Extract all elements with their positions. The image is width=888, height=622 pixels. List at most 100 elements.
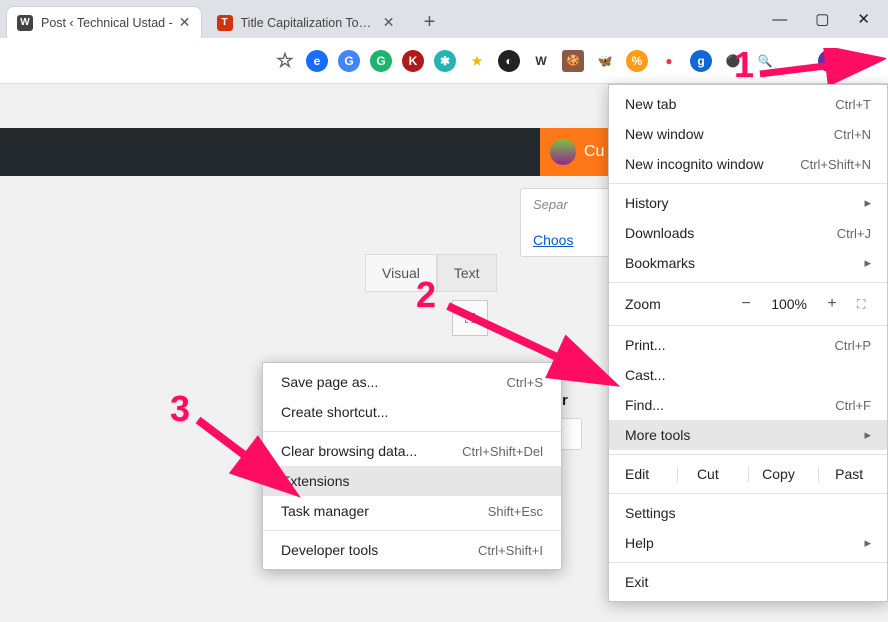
extension-icon[interactable]: % (626, 50, 648, 72)
menu-exit[interactable]: Exit (609, 567, 887, 597)
annotation-arrow-2 (440, 294, 620, 394)
tab-title: Post ‹ Technical Ustad - (41, 16, 173, 30)
menu-label: Settings (625, 505, 676, 521)
menu-settings[interactable]: Settings (609, 498, 887, 528)
submenu-task-manager[interactable]: Task managerShift+Esc (263, 496, 561, 526)
shortcut-label: Ctrl+J (837, 226, 871, 241)
chevron-right-icon: ▸ (864, 427, 871, 443)
menu-label: New tab (625, 96, 676, 112)
cut-button[interactable]: Cut (677, 466, 738, 482)
menu-label: Zoom (625, 296, 661, 312)
menu-help[interactable]: Help ▸ (609, 528, 887, 558)
submenu-extensions[interactable]: Extensions (263, 466, 561, 496)
shortcut-label: Ctrl+P (835, 338, 871, 353)
menu-label: New incognito window (625, 156, 764, 172)
menu-label: Exit (625, 574, 648, 590)
menu-separator (609, 325, 887, 326)
chrome-main-menu: New tab Ctrl+T New window Ctrl+N New incog… (608, 84, 888, 602)
annotation-arrow-1 (756, 48, 886, 84)
menu-separator (609, 454, 887, 455)
shortcut-label: Ctrl+F (835, 398, 871, 413)
menu-more-tools[interactable]: More tools ▸ (609, 420, 887, 450)
favicon-icon: W (17, 15, 33, 31)
new-tab-button[interactable]: + (416, 8, 444, 36)
customize-button[interactable]: Cu (540, 128, 618, 176)
text-tab[interactable]: Text (437, 254, 497, 292)
extension-icon[interactable]: 🦋 (594, 50, 616, 72)
avatar-icon (550, 139, 576, 165)
menu-label: Find... (625, 397, 664, 413)
menu-zoom: Zoom − 100% + ⛶ (609, 287, 887, 321)
menu-print[interactable]: Print... Ctrl+P (609, 330, 887, 360)
menu-separator (609, 493, 887, 494)
extension-icon[interactable]: ✱ (434, 50, 456, 72)
shortcut-label: Ctrl+N (834, 127, 871, 142)
extension-icon[interactable]: ● (658, 50, 680, 72)
menu-label: Save page as... (281, 374, 378, 390)
menu-new-tab[interactable]: New tab Ctrl+T (609, 89, 887, 119)
shortcut-label: Ctrl+Shift+I (478, 543, 543, 558)
menu-downloads[interactable]: Downloads Ctrl+J (609, 218, 887, 248)
close-tab-icon[interactable]: ✕ (383, 14, 395, 31)
menu-history[interactable]: History▸ (609, 188, 887, 218)
submenu-clear-data[interactable]: Clear browsing data...Ctrl+Shift+Del (263, 436, 561, 466)
menu-label: More tools (625, 427, 690, 443)
extension-icon[interactable]: G (338, 50, 360, 72)
menu-label: New window (625, 126, 704, 142)
chevron-right-icon: ▸ (864, 255, 871, 271)
menu-find[interactable]: Find... Ctrl+F (609, 390, 887, 420)
annotation-marker-2: 2 (416, 274, 436, 316)
close-window-button[interactable]: ✕ (857, 10, 870, 28)
menu-incognito[interactable]: New incognito window Ctrl+Shift+N (609, 149, 887, 179)
extension-icon[interactable]: W (530, 50, 552, 72)
extension-icon[interactable]: ◐ (498, 50, 520, 72)
menu-label: Print... (625, 337, 665, 353)
extension-icon[interactable]: K (402, 50, 424, 72)
extension-icon[interactable]: ★ (466, 50, 488, 72)
menu-label: Downloads (625, 225, 694, 241)
menu-separator (609, 562, 887, 563)
zoom-in-button[interactable]: + (821, 295, 843, 313)
customize-label: Cu (584, 143, 604, 161)
menu-separator (263, 431, 561, 432)
extension-icon[interactable]: e (306, 50, 328, 72)
zoom-level: 100% (771, 296, 807, 312)
browser-tab[interactable]: T Title Capitalization Tool - Capitali ✕ (206, 6, 406, 38)
menu-separator (263, 530, 561, 531)
menu-cast[interactable]: Cast... (609, 360, 887, 390)
shortcut-label: Ctrl+Shift+N (800, 157, 871, 172)
menu-new-window[interactable]: New window Ctrl+N (609, 119, 887, 149)
annotation-marker-3: 3 (170, 388, 190, 430)
shortcut-label: Ctrl+T (835, 97, 871, 112)
menu-label: Bookmarks (625, 255, 695, 271)
tab-strip: W Post ‹ Technical Ustad - ✕ T Title Cap… (0, 0, 888, 38)
minimize-button[interactable]: — (772, 11, 787, 28)
favicon-icon: T (217, 15, 233, 31)
menu-bookmarks[interactable]: Bookmarks ▸ (609, 248, 887, 278)
menu-label: Developer tools (281, 542, 378, 558)
choose-link[interactable]: Choos (533, 232, 573, 248)
menu-label: Cast... (625, 367, 665, 383)
annotation-marker-1: 1 (734, 44, 754, 86)
extension-icon[interactable]: G (370, 50, 392, 72)
browser-tab[interactable]: W Post ‹ Technical Ustad - ✕ (6, 6, 202, 38)
maximize-button[interactable]: ▢ (815, 10, 829, 28)
bookmark-star-icon[interactable]: ☆ (274, 50, 296, 72)
tab-title: Title Capitalization Tool - Capitali (241, 16, 377, 30)
extension-icon[interactable]: 🍪 (562, 50, 584, 72)
extension-icon[interactable]: g (690, 50, 712, 72)
zoom-out-button[interactable]: − (735, 295, 757, 313)
fullscreen-icon[interactable]: ⛶ (857, 297, 877, 312)
menu-label: Task manager (281, 503, 369, 519)
chevron-right-icon: ▸ (864, 535, 871, 551)
submenu-dev-tools[interactable]: Developer tools Ctrl+Shift+I (263, 535, 561, 565)
copy-button[interactable]: Copy (748, 466, 809, 482)
menu-separator (609, 282, 887, 283)
close-tab-icon[interactable]: ✕ (179, 14, 191, 31)
toolbar: ☆ eGGK✱★◐W🍪🦋%●g⚫🔍● ⋮ (0, 38, 888, 84)
menu-label: Help (625, 535, 654, 551)
paste-button[interactable]: Past (818, 466, 879, 482)
submenu-create-shortcut[interactable]: Create shortcut... (263, 397, 561, 427)
annotation-arrow-3 (192, 410, 302, 500)
shortcut-label: Ctrl+Shift+Del (462, 444, 543, 459)
